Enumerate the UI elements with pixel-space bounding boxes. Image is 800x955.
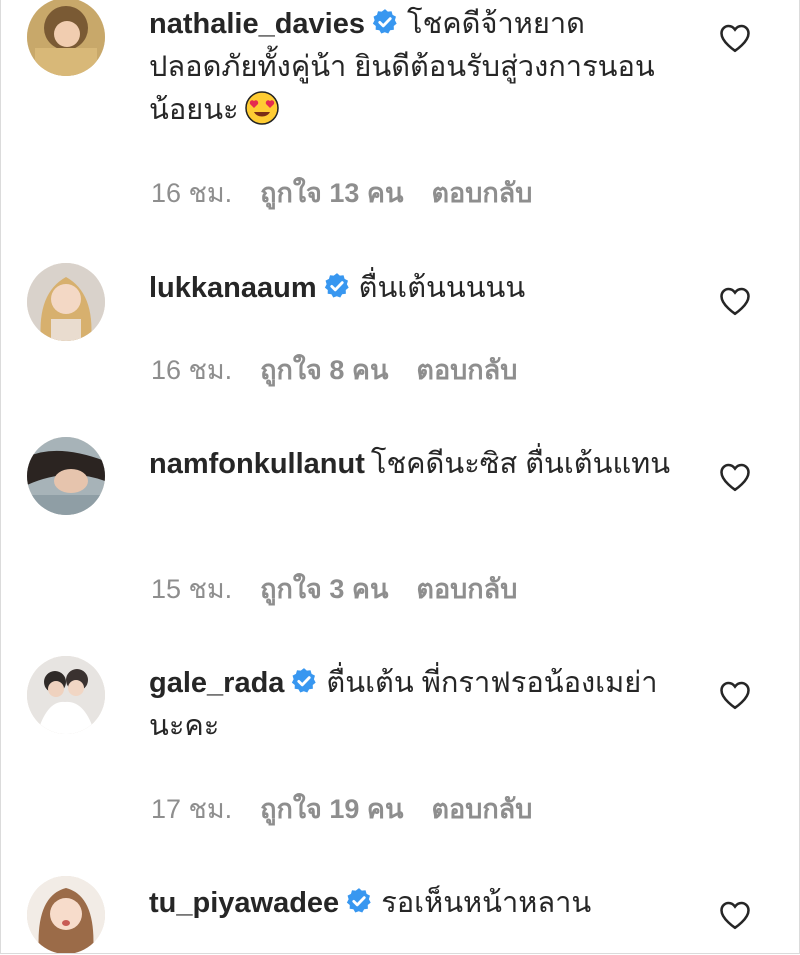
comment-text-block: gale_rada ตื่นเต้น พี่กราฟรอน้องเมย่านะคะ: [149, 662, 689, 748]
avatar[interactable]: [27, 263, 105, 341]
comment-meta: 15 ชม. ถูกใจ 3 คน ตอบกลับ: [151, 567, 545, 610]
comment-meta: 16 ชม. ถูกใจ 13 คน ตอบกลับ: [151, 171, 560, 214]
comment-likes[interactable]: ถูกใจ 19 คน: [260, 794, 403, 824]
verified-badge-icon: [323, 272, 351, 300]
avatar[interactable]: [27, 656, 105, 734]
reply-button[interactable]: ตอบกลับ: [416, 355, 517, 385]
avatar[interactable]: [27, 876, 105, 953]
comment-likes[interactable]: ถูกใจ 3 คน: [260, 574, 388, 604]
like-heart-icon[interactable]: [717, 459, 753, 495]
comment-body: รอเห็นหน้าหลาน: [381, 887, 592, 919]
like-heart-icon[interactable]: [717, 20, 753, 56]
comment-timestamp: 16 ชม.: [151, 355, 233, 385]
username[interactable]: namfonkullanut: [149, 448, 365, 480]
like-heart-icon[interactable]: [717, 897, 753, 933]
comments-list: nathalie_davies โชคดีจ้าหยาด ปลอดภัยทั้งค…: [0, 0, 800, 954]
comment-text-block: lukkanaaum ตื่นเต้นนนนน: [149, 267, 689, 310]
username[interactable]: tu_piyawadee: [149, 887, 339, 919]
comment-meta: 16 ชม. ถูกใจ 8 คน ตอบกลับ: [151, 348, 545, 391]
comment-timestamp: 17 ชม.: [151, 794, 233, 824]
comment-meta: 17 ชม. ถูกใจ 19 คน ตอบกลับ: [151, 787, 560, 830]
like-heart-icon[interactable]: [717, 283, 753, 319]
comment-text-block: nathalie_davies โชคดีจ้าหยาด ปลอดภัยทั้งค…: [149, 3, 689, 132]
username[interactable]: gale_rada: [149, 667, 284, 699]
reply-button[interactable]: ตอบกลับ: [431, 794, 532, 824]
heart-eyes-emoji-icon: [244, 91, 279, 125]
comment-text-block: tu_piyawadee รอเห็นหน้าหลาน: [149, 882, 689, 925]
comment-likes[interactable]: ถูกใจ 8 คน: [260, 355, 388, 385]
comment-timestamp: 16 ชม.: [151, 178, 233, 208]
comment-body: ตื่นเต้นนนนน: [358, 272, 526, 304]
reply-button[interactable]: ตอบกลับ: [416, 574, 517, 604]
username[interactable]: nathalie_davies: [149, 8, 365, 40]
reply-button[interactable]: ตอบกลับ: [431, 178, 532, 208]
comment-text-block: namfonkullanut โชคดีนะซิส ตื่นเต้นแทน: [149, 443, 689, 486]
avatar[interactable]: [27, 0, 105, 76]
avatar[interactable]: [27, 437, 105, 515]
verified-badge-icon: [290, 667, 318, 695]
comment-likes[interactable]: ถูกใจ 13 คน: [260, 178, 403, 208]
comment-body: โชคดีนะซิส ตื่นเต้นแทน: [370, 448, 671, 480]
comment-timestamp: 15 ชม.: [151, 574, 233, 604]
verified-badge-icon: [371, 8, 399, 36]
verified-badge-icon: [345, 887, 373, 915]
username[interactable]: lukkanaaum: [149, 272, 317, 304]
like-heart-icon[interactable]: [717, 677, 753, 713]
